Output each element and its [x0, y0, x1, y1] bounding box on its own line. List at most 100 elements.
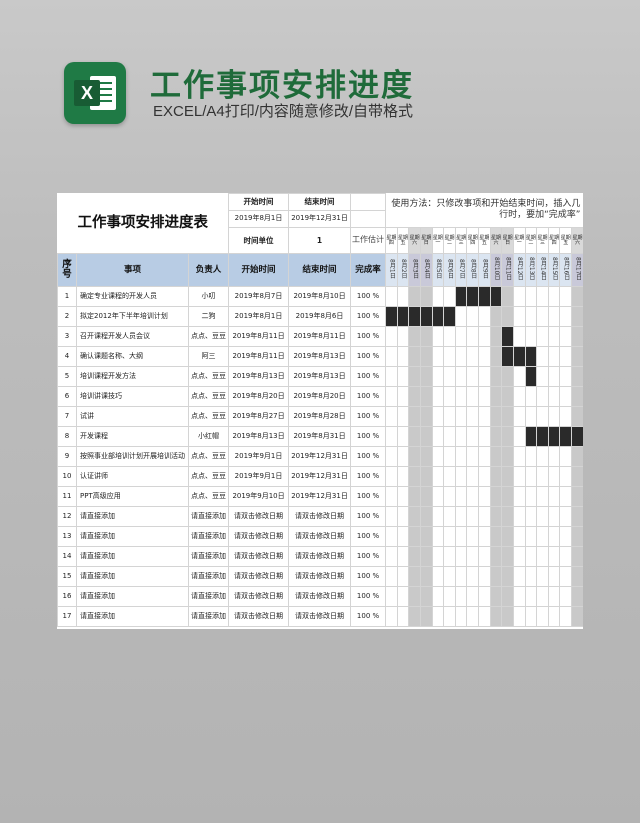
row-owner[interactable]: 点点、豆豆 — [187, 366, 230, 387]
row-end-date[interactable]: 2019年8月20日 — [288, 386, 352, 407]
row-start-date[interactable]: 2019年9月1日 — [228, 446, 290, 467]
row-start-date[interactable]: 请双击修改日期 — [228, 526, 290, 547]
row-end-date[interactable]: 2019年12月31日 — [288, 466, 352, 487]
row-end-date[interactable]: 2019年8月13日 — [288, 346, 352, 367]
time-unit-value[interactable]: 1 — [288, 227, 352, 254]
row-end-date[interactable]: 请双击修改日期 — [288, 566, 352, 587]
row-task[interactable]: 确定专业课程的开发人员 — [76, 286, 189, 307]
row-completion-rate[interactable]: 100 % — [350, 426, 387, 447]
row-start-date[interactable]: 2019年8月7日 — [228, 286, 290, 307]
row-task[interactable]: 按照事业部培训计划开展培训活动 — [76, 446, 189, 467]
row-start-date[interactable]: 2019年8月20日 — [228, 386, 290, 407]
row-task[interactable]: 召开课程开发人员会议 — [76, 326, 189, 347]
row-owner[interactable]: 小红帽 — [187, 426, 230, 447]
row-task[interactable]: 请直接添加 — [76, 546, 189, 567]
row-end-date[interactable]: 请双击修改日期 — [288, 546, 352, 567]
row-start-date[interactable]: 请双击修改日期 — [228, 606, 290, 627]
row-start-date[interactable]: 2019年8月13日 — [228, 366, 290, 387]
row-end-date[interactable]: 2019年8月28日 — [288, 406, 352, 427]
row-start-date[interactable]: 2019年8月1日 — [228, 306, 290, 327]
row-completion-rate[interactable]: 100 % — [350, 586, 387, 607]
row-end-date[interactable]: 2019年8月10日 — [288, 286, 352, 307]
gantt-cell — [536, 446, 549, 467]
gantt-cell — [489, 526, 503, 547]
row-completion-rate[interactable]: 100 % — [350, 546, 387, 567]
gantt-cell — [396, 606, 410, 627]
row-completion-rate[interactable]: 100 % — [350, 466, 387, 487]
row-owner[interactable]: 点点、豆豆 — [187, 486, 230, 507]
row-completion-rate[interactable]: 100 % — [350, 346, 387, 367]
row-completion-rate[interactable]: 100 % — [350, 306, 387, 327]
row-end-date[interactable]: 2019年8月6日 — [288, 306, 352, 327]
row-task[interactable]: 请直接添加 — [76, 506, 189, 527]
day-date-header: 8月5日 — [431, 253, 445, 287]
row-end-date[interactable]: 请双击修改日期 — [288, 606, 352, 627]
row-task[interactable]: 培训讲课技巧 — [76, 386, 189, 407]
row-start-date[interactable]: 2019年8月11日 — [228, 346, 290, 367]
row-task[interactable]: 请直接添加 — [76, 566, 189, 587]
row-end-date[interactable]: 请双击修改日期 — [288, 506, 352, 527]
row-end-date[interactable]: 请双击修改日期 — [288, 586, 352, 607]
row-completion-rate[interactable]: 100 % — [350, 526, 387, 547]
row-completion-rate[interactable]: 100 % — [350, 366, 387, 387]
row-owner[interactable]: 阿三 — [187, 346, 230, 367]
row-completion-rate[interactable]: 100 % — [350, 566, 387, 587]
end-date-value[interactable]: 2019年12月31日 — [288, 210, 352, 228]
row-completion-rate[interactable]: 100 % — [350, 506, 387, 527]
row-end-date[interactable]: 2019年8月11日 — [288, 326, 352, 347]
row-completion-rate[interactable]: 100 % — [350, 486, 387, 507]
row-start-date[interactable]: 请双击修改日期 — [228, 506, 290, 527]
row-task[interactable]: 培训课程开发方法 — [76, 366, 189, 387]
row-task[interactable]: 确认课题名称、大纲 — [76, 346, 189, 367]
gantt-cell — [385, 526, 398, 547]
row-owner[interactable]: 点点、豆豆 — [187, 406, 230, 427]
row-owner[interactable]: 小叨 — [187, 286, 230, 307]
row-owner[interactable]: 点点、豆豆 — [187, 446, 230, 467]
day-weekday-header: 星期二 — [443, 227, 456, 254]
row-owner[interactable]: 请直接添加 — [187, 586, 230, 607]
row-end-date[interactable]: 2019年8月31日 — [288, 426, 352, 447]
row-owner[interactable]: 请直接添加 — [187, 566, 230, 587]
row-start-date[interactable]: 2019年8月11日 — [228, 326, 290, 347]
row-completion-rate[interactable]: 100 % — [350, 326, 387, 347]
row-start-date[interactable]: 2019年8月27日 — [228, 406, 290, 427]
row-end-date[interactable]: 2019年12月31日 — [288, 486, 352, 507]
row-end-date[interactable]: 请双击修改日期 — [288, 526, 352, 547]
gantt-cell — [408, 366, 421, 387]
row-start-date[interactable]: 请双击修改日期 — [228, 566, 290, 587]
row-start-date[interactable]: 请双击修改日期 — [228, 546, 290, 567]
row-task[interactable]: 请直接添加 — [76, 586, 189, 607]
row-start-date[interactable]: 请双击修改日期 — [228, 586, 290, 607]
row-task[interactable]: 请直接添加 — [76, 526, 189, 547]
gantt-cell — [512, 386, 526, 407]
row-task[interactable]: 拟定2012年下半年培训计划 — [76, 306, 189, 327]
row-task[interactable]: 认证讲师 — [76, 466, 189, 487]
row-task[interactable]: 试讲 — [76, 406, 189, 427]
row-completion-rate[interactable]: 100 % — [350, 446, 387, 467]
row-owner[interactable]: 点点、豆豆 — [187, 386, 230, 407]
row-completion-rate[interactable]: 100 % — [350, 606, 387, 627]
start-date-value[interactable]: 2019年8月1日 — [228, 210, 290, 228]
row-owner[interactable]: 点点、豆豆 — [187, 466, 230, 487]
row-owner[interactable]: 请直接添加 — [187, 506, 230, 527]
row-owner[interactable]: 请直接添加 — [187, 606, 230, 627]
gantt-cell — [478, 366, 491, 387]
row-completion-rate[interactable]: 100 % — [350, 286, 387, 307]
row-completion-rate[interactable]: 100 % — [350, 406, 387, 427]
gantt-cell — [478, 386, 491, 407]
row-end-date[interactable]: 2019年12月31日 — [288, 446, 352, 467]
row-task[interactable]: 开发课程 — [76, 426, 189, 447]
gantt-cell — [524, 506, 538, 527]
row-start-date[interactable]: 2019年9月1日 — [228, 466, 290, 487]
row-owner[interactable]: 请直接添加 — [187, 526, 230, 547]
row-start-date[interactable]: 2019年9月10日 — [228, 486, 290, 507]
row-completion-rate[interactable]: 100 % — [350, 386, 387, 407]
row-owner[interactable]: 请直接添加 — [187, 546, 230, 567]
row-end-date[interactable]: 2019年8月13日 — [288, 366, 352, 387]
row-owner[interactable]: 二狗 — [187, 306, 230, 327]
row-task[interactable]: 请直接添加 — [76, 606, 189, 627]
row-start-date[interactable]: 2019年8月13日 — [228, 426, 290, 447]
row-task[interactable]: PPT高级应用 — [76, 486, 189, 507]
day-date-header: 8月9日 — [478, 253, 491, 287]
row-owner[interactable]: 点点、豆豆 — [187, 326, 230, 347]
